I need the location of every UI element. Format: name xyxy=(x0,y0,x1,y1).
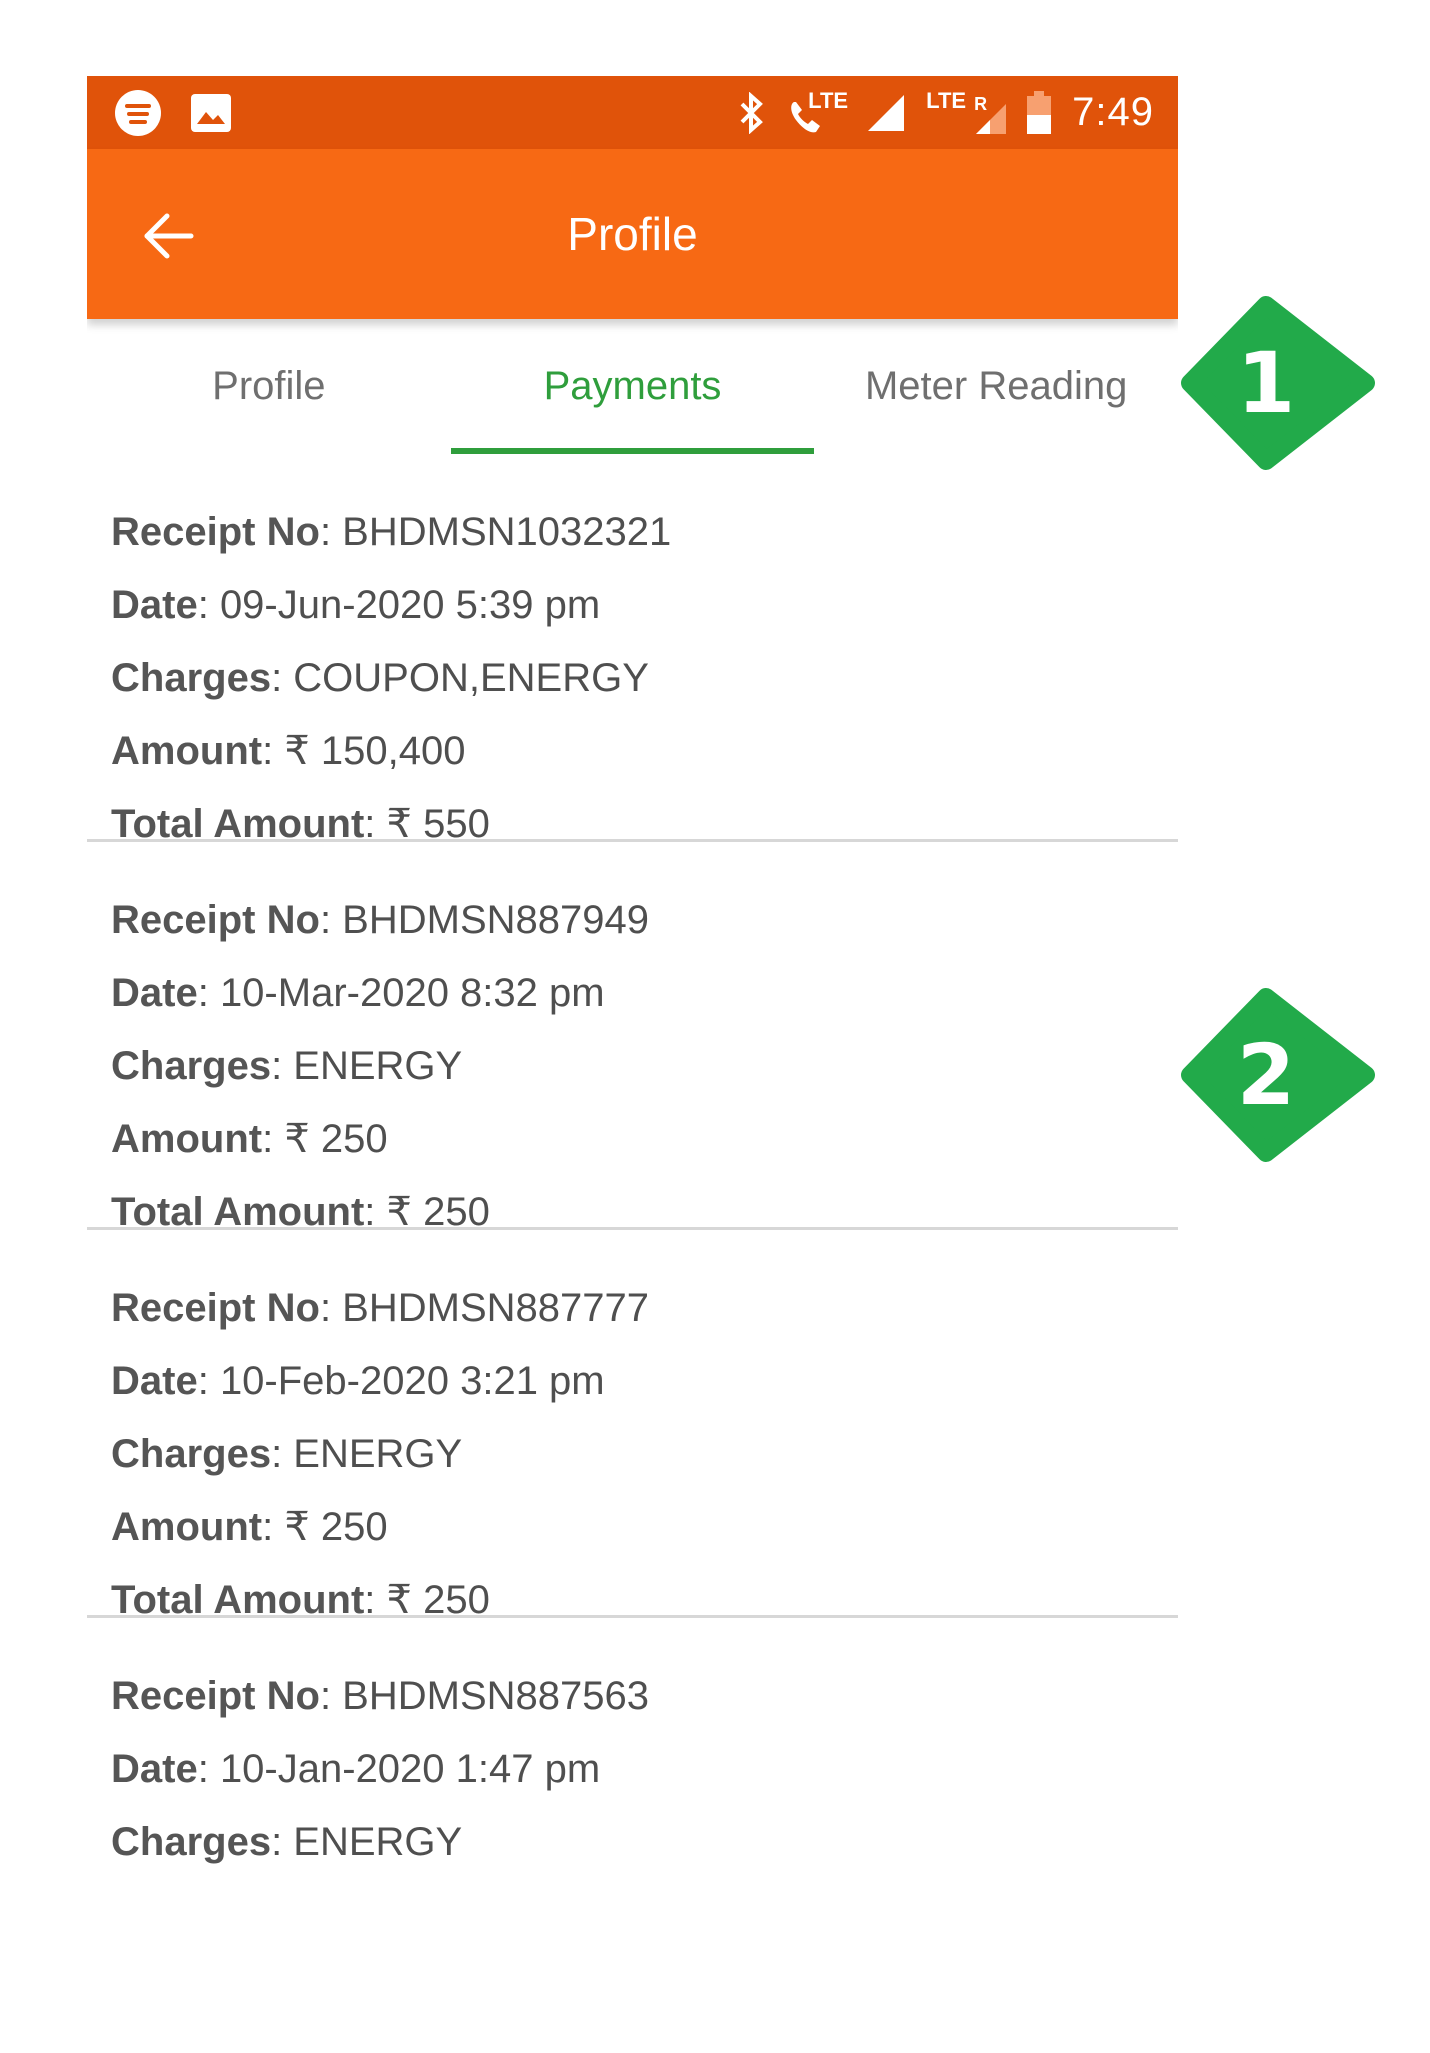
charges-row: Charges: COUPON,ENERGY xyxy=(111,656,649,700)
callout-marker-2: 2 xyxy=(1178,975,1378,1175)
charges-row: Charges: ENERGY xyxy=(111,1044,463,1088)
amount-row: Amount: ₹ 250 xyxy=(111,1117,388,1161)
total-amount-label: Total Amount xyxy=(111,1578,365,1622)
tab-payments[interactable]: Payments xyxy=(450,319,815,454)
rupee-symbol: ₹ xyxy=(284,1117,310,1161)
receipt-no-row: Receipt No: BHDMSN1032321 xyxy=(111,510,672,554)
amount-label: Amount xyxy=(111,1117,263,1161)
charges-label: Charges xyxy=(111,656,272,700)
date-value: 10-Mar-2020 8:32 pm xyxy=(219,971,605,1015)
receipt-no-row: Receipt No: BHDMSN887949 xyxy=(111,898,649,942)
charges-value: ENERGY xyxy=(293,1820,463,1864)
receipt-no-value: BHDMSN1032321 xyxy=(342,510,672,554)
date-value: 10-Feb-2020 3:21 pm xyxy=(219,1359,605,1403)
charges-label: Charges xyxy=(111,1432,272,1476)
charges-value: ENERGY xyxy=(293,1432,463,1476)
charges-row: Charges: ENERGY xyxy=(111,1820,463,1864)
receipt-no-label: Receipt No xyxy=(111,898,320,942)
total-amount-value: 250 xyxy=(423,1578,490,1622)
status-time: 7:49 xyxy=(1072,90,1154,134)
charges-label: Charges xyxy=(111,1044,272,1088)
receipt-no-row: Receipt No: BHDMSN887563 xyxy=(111,1674,649,1718)
total-amount-value: 550 xyxy=(423,802,490,846)
charges-row: Charges: ENERGY xyxy=(111,1432,463,1476)
date-row: Date: 09-Jun-2020 5:39 pm xyxy=(111,583,601,627)
charges-value: ENERGY xyxy=(293,1044,463,1088)
phone-screen: LTE LTE R 7:49 Profile Profile Payments … xyxy=(87,76,1178,2053)
spotify-icon xyxy=(115,90,161,136)
image-icon xyxy=(191,94,231,132)
total-amount-label: Total Amount xyxy=(111,1190,365,1234)
date-label: Date xyxy=(111,583,198,627)
rupee-symbol: ₹ xyxy=(386,1578,412,1622)
marker-number: 1 xyxy=(1236,334,1296,432)
date-label: Date xyxy=(111,1747,198,1791)
date-row: Date: 10-Mar-2020 8:32 pm xyxy=(111,971,605,1015)
app-toolbar: Profile xyxy=(87,149,1178,319)
amount-label: Amount xyxy=(111,729,263,773)
date-label: Date xyxy=(111,1359,198,1403)
charges-value: COUPON,ENERGY xyxy=(293,656,649,700)
receipt-no-value: BHDMSN887563 xyxy=(342,1674,649,1718)
marker-number: 2 xyxy=(1236,1026,1296,1124)
date-label: Date xyxy=(111,971,198,1015)
date-value: 09-Jun-2020 5:39 pm xyxy=(219,583,601,627)
lte-label-2: LTE xyxy=(926,87,967,113)
amount-value: 250 xyxy=(320,1117,388,1161)
amount-value: 250 xyxy=(320,1505,388,1549)
receipt-no-label: Receipt No xyxy=(111,1286,320,1330)
receipt-no-value: BHDMSN887777 xyxy=(342,1286,649,1330)
status-bar: LTE LTE R 7:49 xyxy=(87,76,1178,149)
charges-label: Charges xyxy=(111,1820,272,1864)
receipt-item[interactable]: Receipt No: BHDMSN1032321 Date: 09-Jun-2… xyxy=(87,454,1178,846)
receipt-no-label: Receipt No xyxy=(111,510,320,554)
volte-call-icon: LTE xyxy=(786,87,849,138)
rupee-symbol: ₹ xyxy=(284,729,310,773)
receipt-no-label: Receipt No xyxy=(111,1674,320,1718)
tab-meter-reading[interactable]: Meter Reading xyxy=(814,319,1178,454)
receipt-item[interactable]: Receipt No: BHDMSN887563 Date: 10-Jan-20… xyxy=(87,1618,1178,2006)
date-row: Date: 10-Feb-2020 3:21 pm xyxy=(111,1359,605,1403)
total-amount-value: 250 xyxy=(423,1190,490,1234)
signal-icon xyxy=(868,94,905,131)
date-value: 10-Jan-2020 1:47 pm xyxy=(219,1747,601,1791)
callout-marker-1: 1 xyxy=(1178,283,1378,483)
page-title: Profile xyxy=(567,208,698,260)
amount-label: Amount xyxy=(111,1505,263,1549)
date-row: Date: 10-Jan-2020 1:47 pm xyxy=(111,1747,601,1791)
receipt-item[interactable]: Receipt No: BHDMSN887777 Date: 10-Feb-20… xyxy=(87,1230,1178,1622)
amount-value: 150,400 xyxy=(320,729,466,773)
amount-row: Amount: ₹ 150,400 xyxy=(111,729,466,773)
tab-profile[interactable]: Profile xyxy=(87,319,451,454)
battery-icon xyxy=(1027,90,1052,134)
rupee-symbol: ₹ xyxy=(284,1505,310,1549)
roaming-signal-icon: LTE R xyxy=(926,87,1007,138)
receipt-no-value: BHDMSN887949 xyxy=(342,898,649,942)
tab-bar: Profile Payments Meter Reading xyxy=(87,319,1178,454)
rupee-symbol: ₹ xyxy=(386,1190,412,1234)
lte-label: LTE xyxy=(808,87,849,113)
rupee-symbol: ₹ xyxy=(386,802,412,846)
receipt-item[interactable]: Receipt No: BHDMSN887949 Date: 10-Mar-20… xyxy=(87,842,1178,1234)
amount-row: Amount: ₹ 250 xyxy=(111,1505,388,1549)
receipt-list: Receipt No: BHDMSN1032321 Date: 09-Jun-2… xyxy=(87,454,1178,2006)
total-amount-label: Total Amount xyxy=(111,802,365,846)
receipt-no-row: Receipt No: BHDMSN887777 xyxy=(111,1286,649,1330)
bluetooth-icon xyxy=(740,91,764,134)
